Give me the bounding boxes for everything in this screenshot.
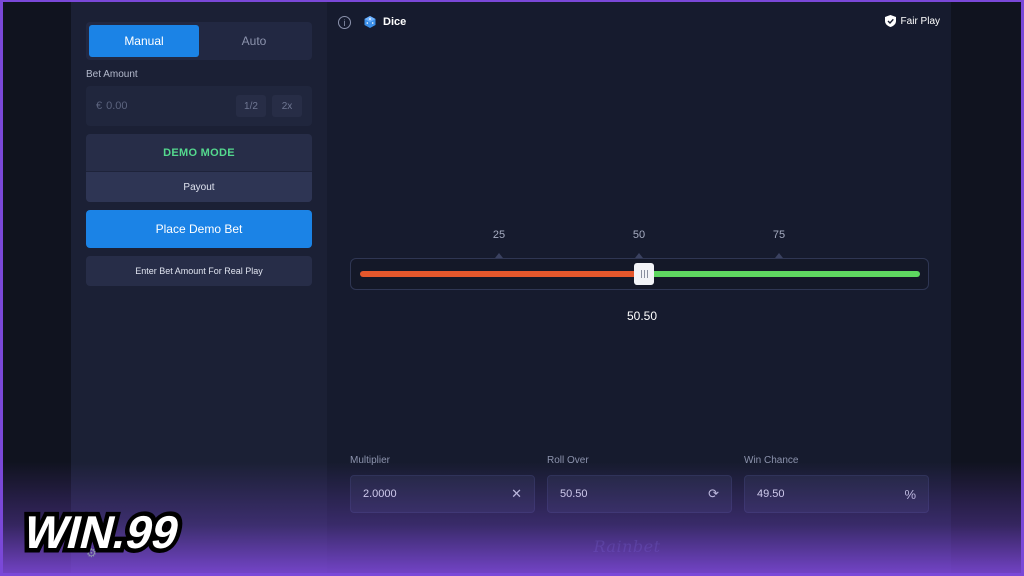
screen-border — [0, 0, 1024, 576]
